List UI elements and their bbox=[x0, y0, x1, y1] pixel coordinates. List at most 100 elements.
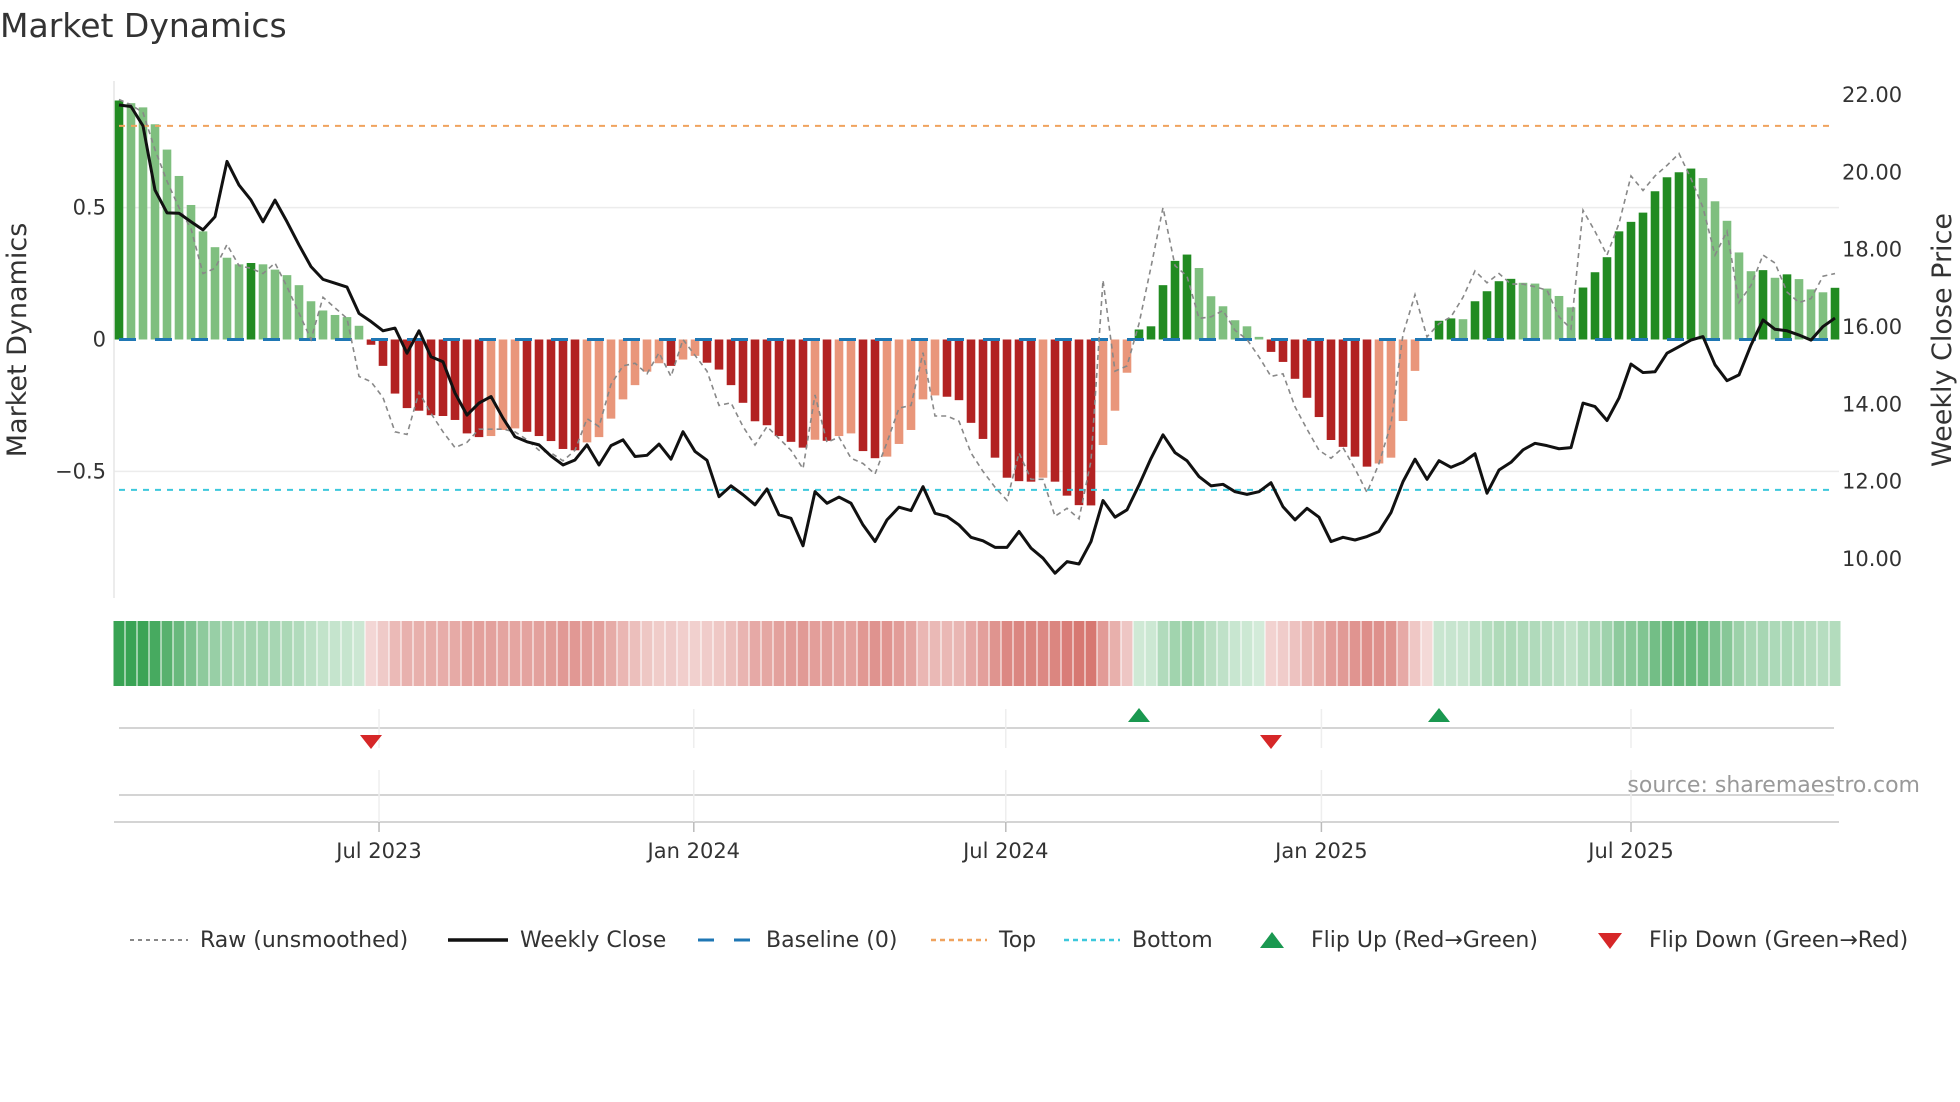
heat-cell bbox=[257, 621, 269, 686]
heat-cell bbox=[1265, 621, 1277, 686]
flip-up-marker bbox=[1128, 708, 1150, 722]
x-tick-label: Jul 2024 bbox=[961, 839, 1048, 863]
dashed-blue-line-icon bbox=[698, 938, 754, 942]
dynamics-bar bbox=[1350, 339, 1360, 457]
heat-cell bbox=[1445, 621, 1457, 686]
heat-cell bbox=[821, 621, 833, 686]
heat-cell bbox=[1253, 621, 1265, 686]
dynamics-bar bbox=[1710, 201, 1720, 340]
solid-black-line-icon bbox=[448, 938, 508, 942]
heat-cell bbox=[1073, 621, 1085, 686]
heat-cell bbox=[1589, 621, 1601, 686]
heat-cell bbox=[1481, 621, 1493, 686]
heat-cell bbox=[149, 621, 161, 686]
dynamics-bar bbox=[1482, 291, 1492, 340]
heat-cell bbox=[929, 621, 941, 686]
dynamics-bar bbox=[1182, 254, 1192, 340]
heat-cell bbox=[365, 621, 377, 686]
heat-cell bbox=[449, 621, 461, 686]
dynamics-bar bbox=[690, 339, 700, 356]
heat-cell bbox=[317, 621, 329, 686]
dynamics-bar bbox=[234, 264, 244, 340]
heat-cell bbox=[1325, 621, 1337, 686]
dynamics-bar bbox=[1302, 339, 1312, 398]
dynamics-bar bbox=[390, 339, 400, 394]
dynamics-bar bbox=[1098, 339, 1108, 446]
heat-cell bbox=[1721, 621, 1733, 686]
heat-cell bbox=[185, 621, 197, 686]
dynamics-bar bbox=[342, 317, 352, 340]
heat-cell bbox=[917, 621, 929, 686]
heat-cell bbox=[1541, 621, 1553, 686]
heat-cell bbox=[1217, 621, 1229, 686]
dynamics-bar bbox=[870, 339, 880, 459]
dynamics-bar bbox=[1146, 326, 1156, 340]
dynamics-bar bbox=[270, 269, 280, 340]
dynamics-bar bbox=[1518, 282, 1528, 340]
heat-cell bbox=[413, 621, 425, 686]
heat-cell bbox=[209, 621, 221, 686]
raw-unsmoothed-line bbox=[118, 98, 1836, 521]
dynamics-bar bbox=[1374, 339, 1384, 464]
dynamics-bar bbox=[222, 257, 232, 340]
right-tick-label: 12.00 bbox=[1842, 470, 1902, 494]
heat-cell bbox=[1793, 621, 1805, 686]
dynamics-bar bbox=[882, 339, 892, 457]
dynamics-bar bbox=[1050, 339, 1060, 482]
dynamics-bar bbox=[1362, 339, 1372, 467]
dynamics-bar bbox=[1266, 339, 1276, 352]
heat-cell bbox=[161, 621, 173, 686]
left-tick-label: 0.5 bbox=[73, 196, 106, 220]
dynamics-bar bbox=[474, 339, 484, 438]
dynamics-bar bbox=[1494, 281, 1504, 340]
dynamics-bar bbox=[822, 339, 832, 441]
dynamics-bar bbox=[1662, 177, 1672, 340]
dynamics-bar bbox=[318, 310, 328, 340]
heat-cell bbox=[1745, 621, 1757, 686]
dynamics-bar bbox=[990, 339, 1000, 458]
heat-cell bbox=[281, 621, 293, 686]
heat-cell bbox=[1529, 621, 1541, 686]
heat-cell bbox=[809, 621, 821, 686]
dynamics-bar bbox=[942, 339, 952, 397]
dynamics-bar bbox=[810, 339, 820, 440]
heat-cell bbox=[713, 621, 725, 686]
legend-item-top: Top bbox=[931, 922, 1036, 958]
dynamics-bar bbox=[1458, 319, 1468, 340]
dynamics-bar bbox=[1410, 339, 1420, 371]
dynamics-bar bbox=[1578, 287, 1588, 340]
dynamics-bar bbox=[1686, 168, 1696, 340]
heat-cell bbox=[905, 621, 917, 686]
dynamics-bar bbox=[198, 231, 208, 340]
heat-cell bbox=[1373, 621, 1385, 686]
heat-cell bbox=[1613, 621, 1625, 686]
heat-cell bbox=[533, 621, 545, 686]
dotted-orange-line-icon bbox=[931, 938, 987, 942]
heat-cell bbox=[989, 621, 1001, 686]
heat-cell bbox=[509, 621, 521, 686]
dynamics-bar bbox=[954, 339, 964, 401]
heat-cell bbox=[953, 621, 965, 686]
dynamics-bar bbox=[1590, 272, 1600, 340]
right-tick-label: 16.00 bbox=[1842, 315, 1902, 339]
heat-cell bbox=[725, 621, 737, 686]
heat-cell bbox=[737, 621, 749, 686]
legend-label: Baseline (0) bbox=[766, 927, 898, 953]
heat-cell bbox=[353, 621, 365, 686]
heat-cell bbox=[1577, 621, 1589, 686]
dynamics-bar bbox=[642, 339, 652, 372]
dynamics-bar bbox=[462, 339, 472, 434]
heat-cell bbox=[1505, 621, 1517, 686]
heat-cell bbox=[137, 621, 149, 686]
legend-item-bottom: Bottom bbox=[1064, 922, 1213, 958]
heat-cell bbox=[785, 621, 797, 686]
dynamics-bar bbox=[330, 314, 340, 340]
dynamics-bar bbox=[378, 339, 388, 366]
heat-cell bbox=[377, 621, 389, 686]
dynamics-bar bbox=[1278, 339, 1288, 362]
heat-cell bbox=[1205, 621, 1217, 686]
heat-cell bbox=[893, 621, 905, 686]
heat-cell bbox=[581, 621, 593, 686]
dynamics-bar bbox=[354, 325, 364, 340]
heat-cell bbox=[389, 621, 401, 686]
